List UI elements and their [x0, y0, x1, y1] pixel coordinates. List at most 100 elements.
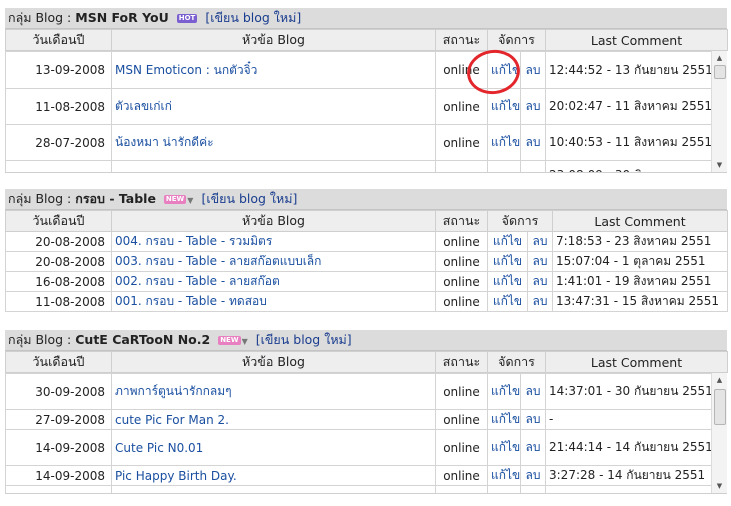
delete-link[interactable]: ลบ [520, 429, 546, 466]
col-manage-header: จัดการ [487, 210, 553, 232]
new-blog-link[interactable]: [เขียน blog ใหม่] [256, 332, 352, 347]
edit-link[interactable] [487, 485, 521, 493]
scrollbar[interactable]: ▲ ▼ [711, 373, 727, 493]
table-row: 11-08-2008 001. กรอบ - Table - ทดสอบ onl… [5, 291, 728, 312]
delete-link[interactable]: ลบ [520, 465, 546, 486]
blog-group-cartoon: กลุ่ม Blog : CutE CaRTooN No.2 NEW ▼ [เขี… [5, 330, 728, 494]
edit-link[interactable]: แก้ไข [487, 373, 521, 410]
row-title-link[interactable] [111, 160, 436, 172]
row-date: 20-08-2008 [5, 251, 112, 272]
edit-link[interactable]: แก้ไข [487, 271, 528, 292]
edit-link[interactable]: แก้ไข [487, 291, 528, 312]
col-title-header: หัวข้อ Blog [111, 351, 436, 373]
row-date [5, 485, 112, 493]
table-row: 30-09-2008 ภาพการ์ตูนน่ารักกลมๆ online แ… [5, 373, 727, 410]
col-last-comment-header: Last Comment [552, 210, 728, 232]
row-title-link[interactable]: 002. กรอบ - Table - ลายสก๊อต [111, 271, 436, 292]
delete-link[interactable]: ลบ [520, 409, 546, 430]
row-title-link[interactable]: 003. กรอบ - Table - ลายสก๊อตแบบเล็ก [111, 251, 436, 272]
col-manage-header: จัดการ [487, 351, 546, 373]
delete-link[interactable]: ลบ [520, 373, 546, 410]
col-last-comment-header: Last Comment [545, 29, 728, 51]
row-last-comment: - [545, 409, 727, 430]
edit-link[interactable]: แก้ไข [487, 409, 521, 430]
group-header: กลุ่ม Blog : CutE CaRTooN No.2 NEW ▼ [เขี… [5, 330, 727, 351]
row-last-comment: 7:18:53 - 23 สิงหาคม 2551 [552, 231, 728, 252]
scroll-up-arrow-icon[interactable]: ▲ [712, 51, 727, 65]
blog-list-scroll[interactable]: 13-09-2008 MSN Emoticon : นกตัวจิ๋ว onli… [5, 51, 727, 173]
row-status: online [435, 231, 488, 252]
row-date: 13-09-2008 [5, 51, 112, 89]
table-row: 28-07-2008 น้องหมา น่ารักดีค่ะ online แก… [5, 124, 727, 161]
delete-link[interactable]: ลบ [520, 51, 546, 89]
group-name: MSN FoR YoU [75, 10, 169, 25]
delete-link[interactable]: ลบ [527, 291, 553, 312]
row-title-link[interactable]: Cute Pic N0.01 [111, 429, 436, 466]
row-last-comment: 21:44:14 - 14 กันยายน 2551 [545, 429, 727, 466]
table-row: 14-09-2008 Pic Happy Birth Day. online แ… [5, 465, 727, 486]
row-title-link[interactable]: 004. กรอบ - Table - รวมมิตร [111, 231, 436, 252]
blog-group-msn: กลุ่ม Blog : MSN FoR YoU HOT [เขียน blog… [5, 8, 728, 173]
row-title-link[interactable]: MSN Emoticon : นกตัวจิ๋ว [111, 51, 436, 89]
edit-link[interactable]: แก้ไข [487, 429, 521, 466]
table-row: 27-09-2008 cute Pic For Man 2. online แก… [5, 409, 727, 430]
delete-link[interactable] [520, 485, 546, 493]
row-date: 11-08-2008 [5, 88, 112, 125]
scroll-down-arrow-icon[interactable]: ▼ [712, 479, 727, 493]
table-row [5, 485, 727, 493]
row-date: 28-07-2008 [5, 124, 112, 161]
row-title-link[interactable]: 001. กรอบ - Table - ทดสอบ [111, 291, 436, 312]
edit-link[interactable]: แก้ไข [487, 124, 521, 161]
col-date-header: วันเดือนปี [5, 210, 112, 232]
row-date: 14-09-2008 [5, 429, 112, 466]
group-prefix: กลุ่ม Blog : [8, 10, 72, 25]
row-last-comment: 10:40:53 - 11 สิงหาคม 2551 [545, 124, 727, 161]
blog-group-table: กลุ่ม Blog : กรอบ - Table NEW ▼ [เขียน bl… [5, 189, 728, 312]
new-blog-link[interactable]: [เขียน blog ใหม่] [201, 191, 297, 206]
table-row: 20-08-2008 004. กรอบ - Table - รวมมิตร o… [5, 231, 728, 252]
group-header: กลุ่ม Blog : MSN FoR YoU HOT [เขียน blog… [5, 8, 727, 29]
delete-link[interactable]: ลบ [527, 271, 553, 292]
new-blog-link[interactable]: [เขียน blog ใหม่] [205, 10, 301, 25]
row-title-link[interactable]: ภาพการ์ตูนน่ารักกลมๆ [111, 373, 436, 410]
scrollbar[interactable]: ▲ ▼ [711, 51, 727, 172]
edit-link[interactable] [487, 160, 521, 172]
delete-link[interactable] [520, 160, 546, 172]
new-badge: NEW [218, 336, 241, 345]
table-row: 11-08-2008 ตัวเลขเก่เก่ online แก้ไข ลบ … [5, 88, 727, 125]
row-status: online [435, 465, 488, 486]
scroll-thumb[interactable] [714, 389, 726, 425]
row-title-link[interactable]: ตัวเลขเก่เก่ [111, 88, 436, 125]
col-status-header: สถานะ [435, 29, 488, 51]
delete-link[interactable]: ลบ [520, 88, 546, 125]
row-last-comment [545, 485, 727, 493]
row-last-comment: 13:47:31 - 15 สิงหาคม 2551 [552, 291, 728, 312]
edit-link[interactable]: แก้ไข [487, 251, 528, 272]
row-date: 11-08-2008 [5, 291, 112, 312]
blog-list-scroll[interactable]: 30-09-2008 ภาพการ์ตูนน่ารักกลมๆ online แ… [5, 373, 727, 494]
row-status [435, 485, 488, 493]
delete-link[interactable]: ลบ [520, 124, 546, 161]
scroll-thumb[interactable] [714, 65, 726, 79]
row-title-link[interactable] [111, 485, 436, 493]
row-title-link[interactable]: น้องหมา น่ารักดีค่ะ [111, 124, 436, 161]
new-badge: NEW [163, 195, 187, 204]
row-title-link[interactable]: Pic Happy Birth Day. [111, 465, 436, 486]
row-last-comment: 3:27:28 - 14 กันยายน 2551 [545, 465, 727, 486]
table-row: 14-09-2008 Cute Pic N0.01 online แก้ไข ล… [5, 429, 727, 466]
edit-link[interactable]: แก้ไข [487, 465, 521, 486]
row-status: online [435, 88, 488, 125]
group-name: CutE CaRTooN No.2 [75, 332, 211, 347]
scroll-down-arrow-icon[interactable]: ▼ [712, 158, 727, 172]
scroll-up-arrow-icon[interactable]: ▲ [712, 373, 727, 387]
edit-link[interactable]: แก้ไข [487, 231, 528, 252]
delete-link[interactable]: ลบ [527, 251, 553, 272]
row-status: online [435, 124, 488, 161]
row-last-comment: 20:02:47 - 11 สิงหาคม 2551 [545, 88, 727, 125]
row-date: 16-08-2008 [5, 271, 112, 292]
row-last-comment: 14:37:01 - 30 กันยายน 2551 [545, 373, 727, 410]
caret-down-icon: ▼ [241, 337, 248, 346]
row-title-link[interactable]: cute Pic For Man 2. [111, 409, 436, 430]
col-title-header: หัวข้อ Blog [111, 210, 436, 232]
delete-link[interactable]: ลบ [527, 231, 553, 252]
